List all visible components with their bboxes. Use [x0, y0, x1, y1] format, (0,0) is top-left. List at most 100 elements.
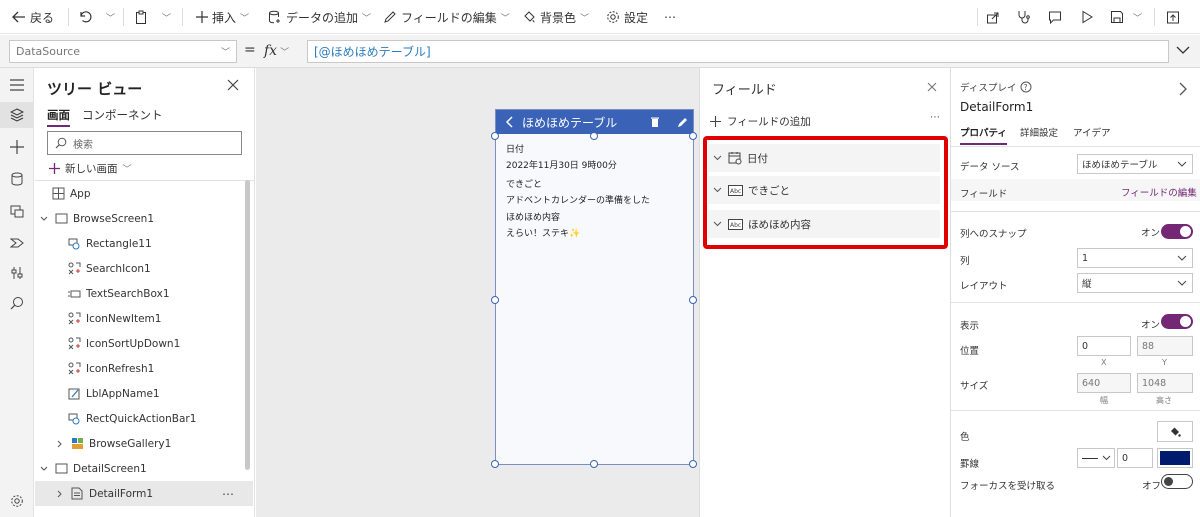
property-dropdown[interactable]: DataSource ﹀	[9, 40, 237, 63]
edit-fields-button[interactable]: フィールドの編集 ﹀	[383, 0, 510, 34]
tree-scrollbar[interactable]	[245, 180, 250, 470]
paste-button[interactable]	[134, 0, 148, 34]
edit-pencil-icon[interactable]	[677, 116, 689, 128]
insert-rail-button[interactable]	[0, 134, 34, 160]
columns-dropdown[interactable]: 1	[1077, 248, 1193, 268]
chevron-down-icon[interactable]	[39, 212, 49, 226]
border-style-dropdown[interactable]	[1077, 448, 1115, 468]
resize-handle[interactable]	[590, 132, 598, 140]
close-tree-button[interactable]	[227, 79, 239, 91]
background-color-button[interactable]: 背景色 ﹀	[522, 0, 589, 34]
tree-item-rectquickactionbar1[interactable]: RectQuickActionBar1	[35, 406, 253, 431]
collapse-pane-button[interactable]	[1179, 82, 1187, 96]
media-rail-button[interactable]	[0, 198, 34, 224]
width-input[interactable]: 640	[1077, 373, 1131, 393]
edit-fields-link[interactable]: フィールドの編集	[1121, 185, 1197, 199]
help-icon[interactable]: ?	[1020, 81, 1032, 93]
field-item-praise[interactable]: Abc ほめほめ内容	[708, 210, 940, 238]
control-name: DetailForm1	[960, 100, 1034, 114]
item-more-button[interactable]: ⋯	[222, 487, 234, 501]
field-event-value: アドベントカレンダーの準備をした	[506, 196, 651, 206]
resize-handle[interactable]	[689, 460, 697, 468]
tree-item-iconnewitem1[interactable]: IconNewItem1	[35, 306, 253, 331]
add-data-button[interactable]: データの追加 ﹀	[268, 0, 371, 34]
chevron-right-icon[interactable]	[55, 437, 65, 451]
advanced-tools-rail-button[interactable]	[0, 260, 34, 286]
fields-more-button[interactable]: ⋯	[930, 112, 940, 123]
expand-formula-button[interactable]	[1176, 45, 1190, 55]
new-screen-button[interactable]: 新しい画面 ﹀	[49, 161, 132, 176]
tree-item-iconrefresh1[interactable]: IconRefresh1	[35, 356, 253, 381]
position-x-input[interactable]: 0	[1077, 336, 1131, 356]
preview-button[interactable]	[1080, 0, 1094, 34]
tree-item-rectangle11[interactable]: Rectangle11	[35, 231, 253, 256]
datasource-dropdown[interactable]: ほめほめテーブル	[1077, 154, 1193, 174]
tree-item-detailscreen1[interactable]: DetailScreen1	[35, 456, 253, 481]
chevron-down-icon	[713, 221, 722, 227]
resize-handle[interactable]	[491, 132, 499, 140]
height-caption: 高さ	[1156, 396, 1172, 405]
formula-input[interactable]: [@ほめほめテーブル]	[307, 40, 1169, 63]
tree-item-textsearchbox1[interactable]: TextSearchBox1	[35, 281, 253, 306]
svg-text:?: ?	[1024, 83, 1028, 92]
resize-handle[interactable]	[689, 132, 697, 140]
resize-handle[interactable]	[491, 296, 499, 304]
focus-toggle[interactable]	[1161, 474, 1193, 489]
power-automate-rail-button[interactable]	[0, 230, 34, 256]
insert-button[interactable]: 挿入 ﹀	[196, 0, 249, 34]
close-fields-button[interactable]	[927, 82, 937, 92]
resize-handle[interactable]	[590, 460, 598, 468]
save-button[interactable]	[1110, 0, 1124, 34]
comments-button[interactable]	[1048, 0, 1062, 34]
border-color-picker[interactable]	[1157, 448, 1193, 468]
detail-form-preview[interactable]: ほめほめテーブル 日付 2022年11月30日 9時00分 できごと アドベント…	[495, 109, 694, 465]
publish-button[interactable]	[1166, 0, 1180, 34]
app-checker-button[interactable]	[1016, 0, 1030, 34]
resize-handle[interactable]	[491, 460, 499, 468]
settings-rail-button[interactable]	[0, 488, 34, 514]
fx-button[interactable]: fx ﹀	[264, 39, 304, 63]
visible-label: 表示	[960, 321, 980, 332]
layout-dropdown[interactable]: 縦	[1077, 273, 1193, 293]
back-button[interactable]: 戻る	[12, 0, 54, 34]
height-input[interactable]: 1048	[1137, 373, 1193, 393]
undo-button[interactable]	[78, 0, 92, 34]
position-y-input[interactable]: 88	[1137, 336, 1193, 356]
back-chevron-icon[interactable]	[505, 116, 513, 128]
tree-item-app[interactable]: App	[35, 181, 253, 206]
field-item-event[interactable]: Abc できごと	[708, 176, 940, 204]
tab-properties[interactable]: プロパティ	[960, 125, 1007, 145]
tab-screens[interactable]: 画面	[47, 107, 70, 127]
tree-item-lblappname1[interactable]: LblAppName1	[35, 381, 253, 406]
search-rail-button[interactable]	[0, 290, 34, 316]
color-picker-button[interactable]	[1157, 421, 1193, 442]
tab-ideas[interactable]: アイデア	[1073, 125, 1111, 139]
tree-search-input[interactable]: 検索	[47, 131, 242, 155]
save-dropdown[interactable]: ﹀	[1133, 0, 1142, 34]
visible-toggle[interactable]	[1161, 314, 1193, 329]
trash-icon[interactable]	[650, 116, 660, 128]
snap-toggle[interactable]	[1161, 224, 1193, 239]
tab-advanced[interactable]: 詳細設定	[1020, 125, 1058, 139]
resize-handle[interactable]	[689, 296, 697, 304]
visible-toggle-state: オン	[1141, 320, 1161, 331]
paste-dropdown[interactable]: ﹀	[162, 0, 171, 34]
tree-item-browsescreen1[interactable]: BrowseScreen1	[35, 206, 253, 231]
field-item-date[interactable]: 日付	[708, 144, 940, 172]
hamburger-menu-button[interactable]	[0, 72, 34, 98]
settings-button[interactable]: 設定	[606, 0, 648, 34]
tree-item-browsegallery1[interactable]: BrowseGallery1	[35, 431, 253, 456]
add-field-button[interactable]: フィールドの追加	[710, 114, 811, 129]
tree-item-detailform1[interactable]: DetailForm1 ⋯	[35, 481, 253, 506]
data-rail-button[interactable]	[0, 166, 34, 192]
chevron-down-icon[interactable]	[39, 462, 49, 476]
share-button[interactable]	[986, 0, 1000, 34]
more-button[interactable]: ⋯	[664, 0, 676, 34]
undo-dropdown[interactable]: ﹀	[106, 0, 115, 34]
chevron-right-icon[interactable]	[55, 487, 65, 501]
border-width-input[interactable]: 0	[1117, 448, 1153, 468]
tab-components[interactable]: コンポーネント	[82, 107, 163, 123]
tree-view-button[interactable]	[0, 102, 34, 128]
tree-item-iconsortupdown1[interactable]: IconSortUpDown1	[35, 331, 253, 356]
tree-item-searchicon1[interactable]: SearchIcon1	[35, 256, 253, 281]
